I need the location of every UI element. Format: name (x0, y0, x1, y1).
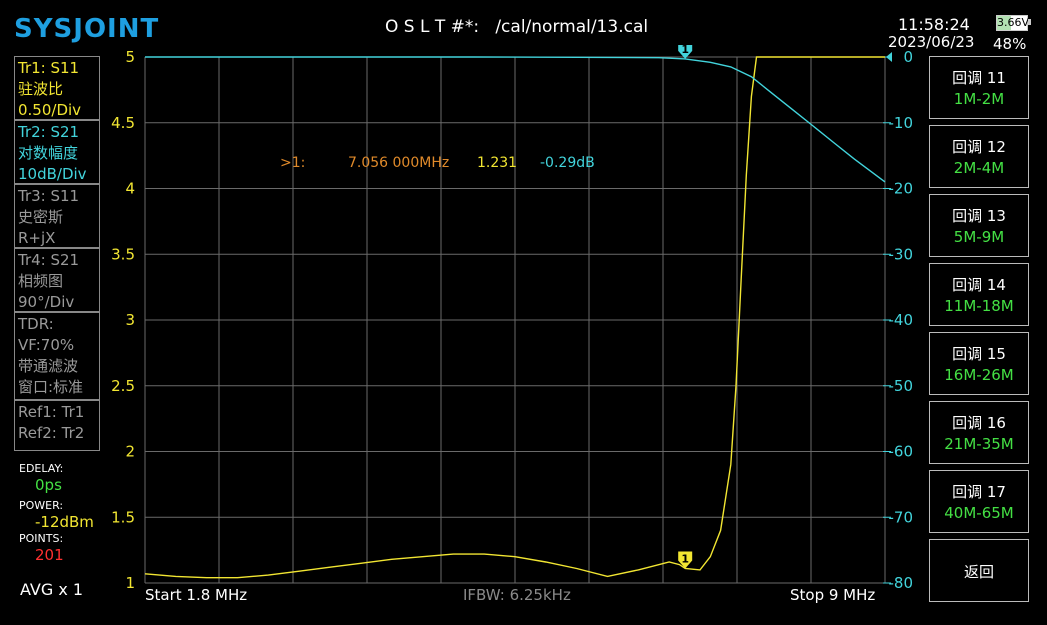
recall-13-button[interactable]: 回调 13 5M-9M (929, 194, 1029, 257)
left-axis-ticks: 5 4.5 4 3.5 3 2.5 2 1.5 1 (111, 48, 135, 592)
left-axis-tick-label: 3.5 (111, 245, 135, 263)
ref-2: Ref2: Tr2 (18, 424, 85, 442)
battery-percent: 48% (993, 35, 1027, 53)
trace-2-format: 对数幅度 (18, 144, 79, 162)
tdr-window: 窗口:标准 (18, 378, 84, 396)
right-axis-ticks: 0 -10 -20 -30 -40 -50 -60 -70 -80 (883, 48, 913, 592)
right-axis-tick-label: -20 (889, 180, 914, 198)
marker-1-tr1-label: 1 (681, 553, 689, 566)
left-axis-tick-label: 2.5 (111, 377, 135, 395)
recall-12-button[interactable]: 回调 12 2M-4M (929, 125, 1029, 188)
start-frequency: Start 1.8 MHz (145, 586, 248, 604)
calibration-status: O S L T #*: /cal/normal/13.cal (385, 17, 649, 37)
trace-4-name: Tr4: S21 (18, 251, 80, 269)
reference-level-arrow (886, 52, 892, 62)
ref-1: Ref1: Tr1 (18, 403, 85, 421)
recall-12-range: 2M-4M (953, 159, 1005, 177)
edelay-label: EDELAY: (19, 462, 64, 475)
ifbw-label: IFBW: 6.25kHz (463, 586, 571, 604)
stop-frequency: Stop 9 MHz (790, 586, 876, 604)
tdr-velocity-factor: VF:70% (18, 336, 75, 354)
recall-17-button[interactable]: 回调 17 40M-65M (929, 470, 1029, 533)
recall-13-title: 回调 13 (952, 207, 1006, 225)
left-axis-tick-label: 3 (125, 311, 135, 329)
left-axis-tick-label: 4.5 (111, 114, 135, 132)
recall-14-button[interactable]: 回调 14 11M-18M (929, 263, 1029, 326)
trace-1-name: Tr1: S11 (18, 59, 80, 77)
trace-2-panel[interactable]: Tr2: S21 对数幅度 10dB/Div (14, 120, 100, 184)
recall-13-range: 5M-9M (953, 228, 1005, 246)
recall-16-button[interactable]: 回调 16 21M-35M (929, 401, 1029, 464)
trace-1-scale: 0.50/Div (18, 101, 82, 119)
trace-3-name: Tr3: S11 (18, 187, 80, 205)
left-axis-tick-label: 5 (125, 48, 135, 66)
marker-readout-frequency: 7.056 000MHz (348, 155, 450, 171)
averaging-status: AVG x 1 (20, 580, 84, 599)
back-button[interactable]: 返回 (929, 539, 1029, 602)
tdr-panel[interactable]: TDR: VF:70% 带通滤波 窗口:标准 (14, 312, 100, 400)
chart-grid (144, 56, 886, 584)
recall-16-title: 回调 16 (952, 414, 1006, 432)
right-axis-tick-label: -50 (889, 377, 914, 395)
chart-markers: 11 (678, 45, 892, 569)
trace-4-panel[interactable]: Tr4: S21 相频图 90°/Div (14, 248, 100, 312)
left-axis-tick-label: 1 (125, 574, 135, 592)
recall-16-range: 21M-35M (944, 435, 1014, 453)
reference-panel[interactable]: Ref1: Tr1 Ref2: Tr2 (14, 400, 100, 451)
right-axis-tick-label: -10 (889, 114, 914, 132)
recall-15-button[interactable]: 回调 15 16M-26M (929, 332, 1029, 395)
measurement-chart[interactable]: 5 4.5 4 3.5 3 2.5 2 1.5 1 0 -10 -20 -30 -40 -50 -60 -70… (100, 45, 928, 600)
sysjoint-logo: SYSJOINT (14, 14, 160, 44)
right-axis-tick-label: -70 (889, 508, 914, 526)
power-label: POWER: (19, 499, 64, 512)
trace-1-panel[interactable]: Tr1: S11 驻波比 0.50/Div (14, 56, 100, 120)
clock-time: 11:58:24 (898, 15, 970, 34)
tdr-title: TDR: (18, 315, 54, 333)
recall-11-button[interactable]: 回调 11 1M-2M (929, 56, 1029, 119)
right-axis-tick-label: -30 (889, 245, 914, 263)
right-axis-tick-label: -80 (889, 574, 914, 592)
left-axis-tick-label: 4 (125, 180, 135, 198)
marker-readout-id: >1: (280, 155, 306, 171)
recall-15-title: 回调 15 (952, 345, 1006, 363)
battery-voltage: 3.66V (997, 16, 1030, 29)
recall-17-range: 40M-65M (944, 504, 1014, 522)
points-label: POINTS: (19, 532, 64, 545)
tdr-mode: 带通滤波 (18, 357, 79, 375)
recall-14-title: 回调 14 (952, 276, 1006, 294)
trace-2-scale: 10dB/Div (18, 165, 87, 183)
trace-1-format: 驻波比 (18, 80, 64, 98)
left-axis-tick-label: 1.5 (111, 508, 135, 526)
battery-icon: 3.66V (996, 15, 1030, 31)
recall-17-title: 回调 17 (952, 483, 1006, 501)
trace-4-format: 相频图 (18, 272, 64, 290)
recall-11-range: 1M-2M (953, 90, 1005, 108)
trace-3-scale: R+jX (18, 229, 56, 247)
recall-15-range: 16M-26M (944, 366, 1014, 384)
marker-1-tr2-label: 1 (681, 45, 689, 56)
right-axis-tick-label: -60 (889, 443, 914, 461)
left-axis-tick-label: 2 (125, 443, 135, 461)
marker-readout-magnitude: -0.29dB (540, 155, 595, 171)
back-label: 返回 (963, 563, 994, 581)
right-axis-tick-label: 0 (903, 48, 913, 66)
trace-3-panel[interactable]: Tr3: S11 史密斯 R+jX (14, 184, 100, 248)
points-value: 201 (35, 546, 64, 564)
trace-3-format: 史密斯 (18, 208, 64, 226)
right-axis-tick-label: -40 (889, 311, 914, 329)
trace-4-scale: 90°/Div (18, 293, 75, 311)
marker-readout-swr: 1.231 (477, 155, 518, 171)
recall-14-range: 11M-18M (944, 297, 1014, 315)
trace-2-name: Tr2: S21 (18, 123, 80, 141)
battery-terminal (1028, 19, 1031, 25)
edelay-value: 0ps (35, 476, 62, 494)
recall-12-title: 回调 12 (952, 138, 1006, 156)
power-value: -12dBm (35, 513, 94, 531)
recall-11-title: 回调 11 (952, 69, 1006, 87)
